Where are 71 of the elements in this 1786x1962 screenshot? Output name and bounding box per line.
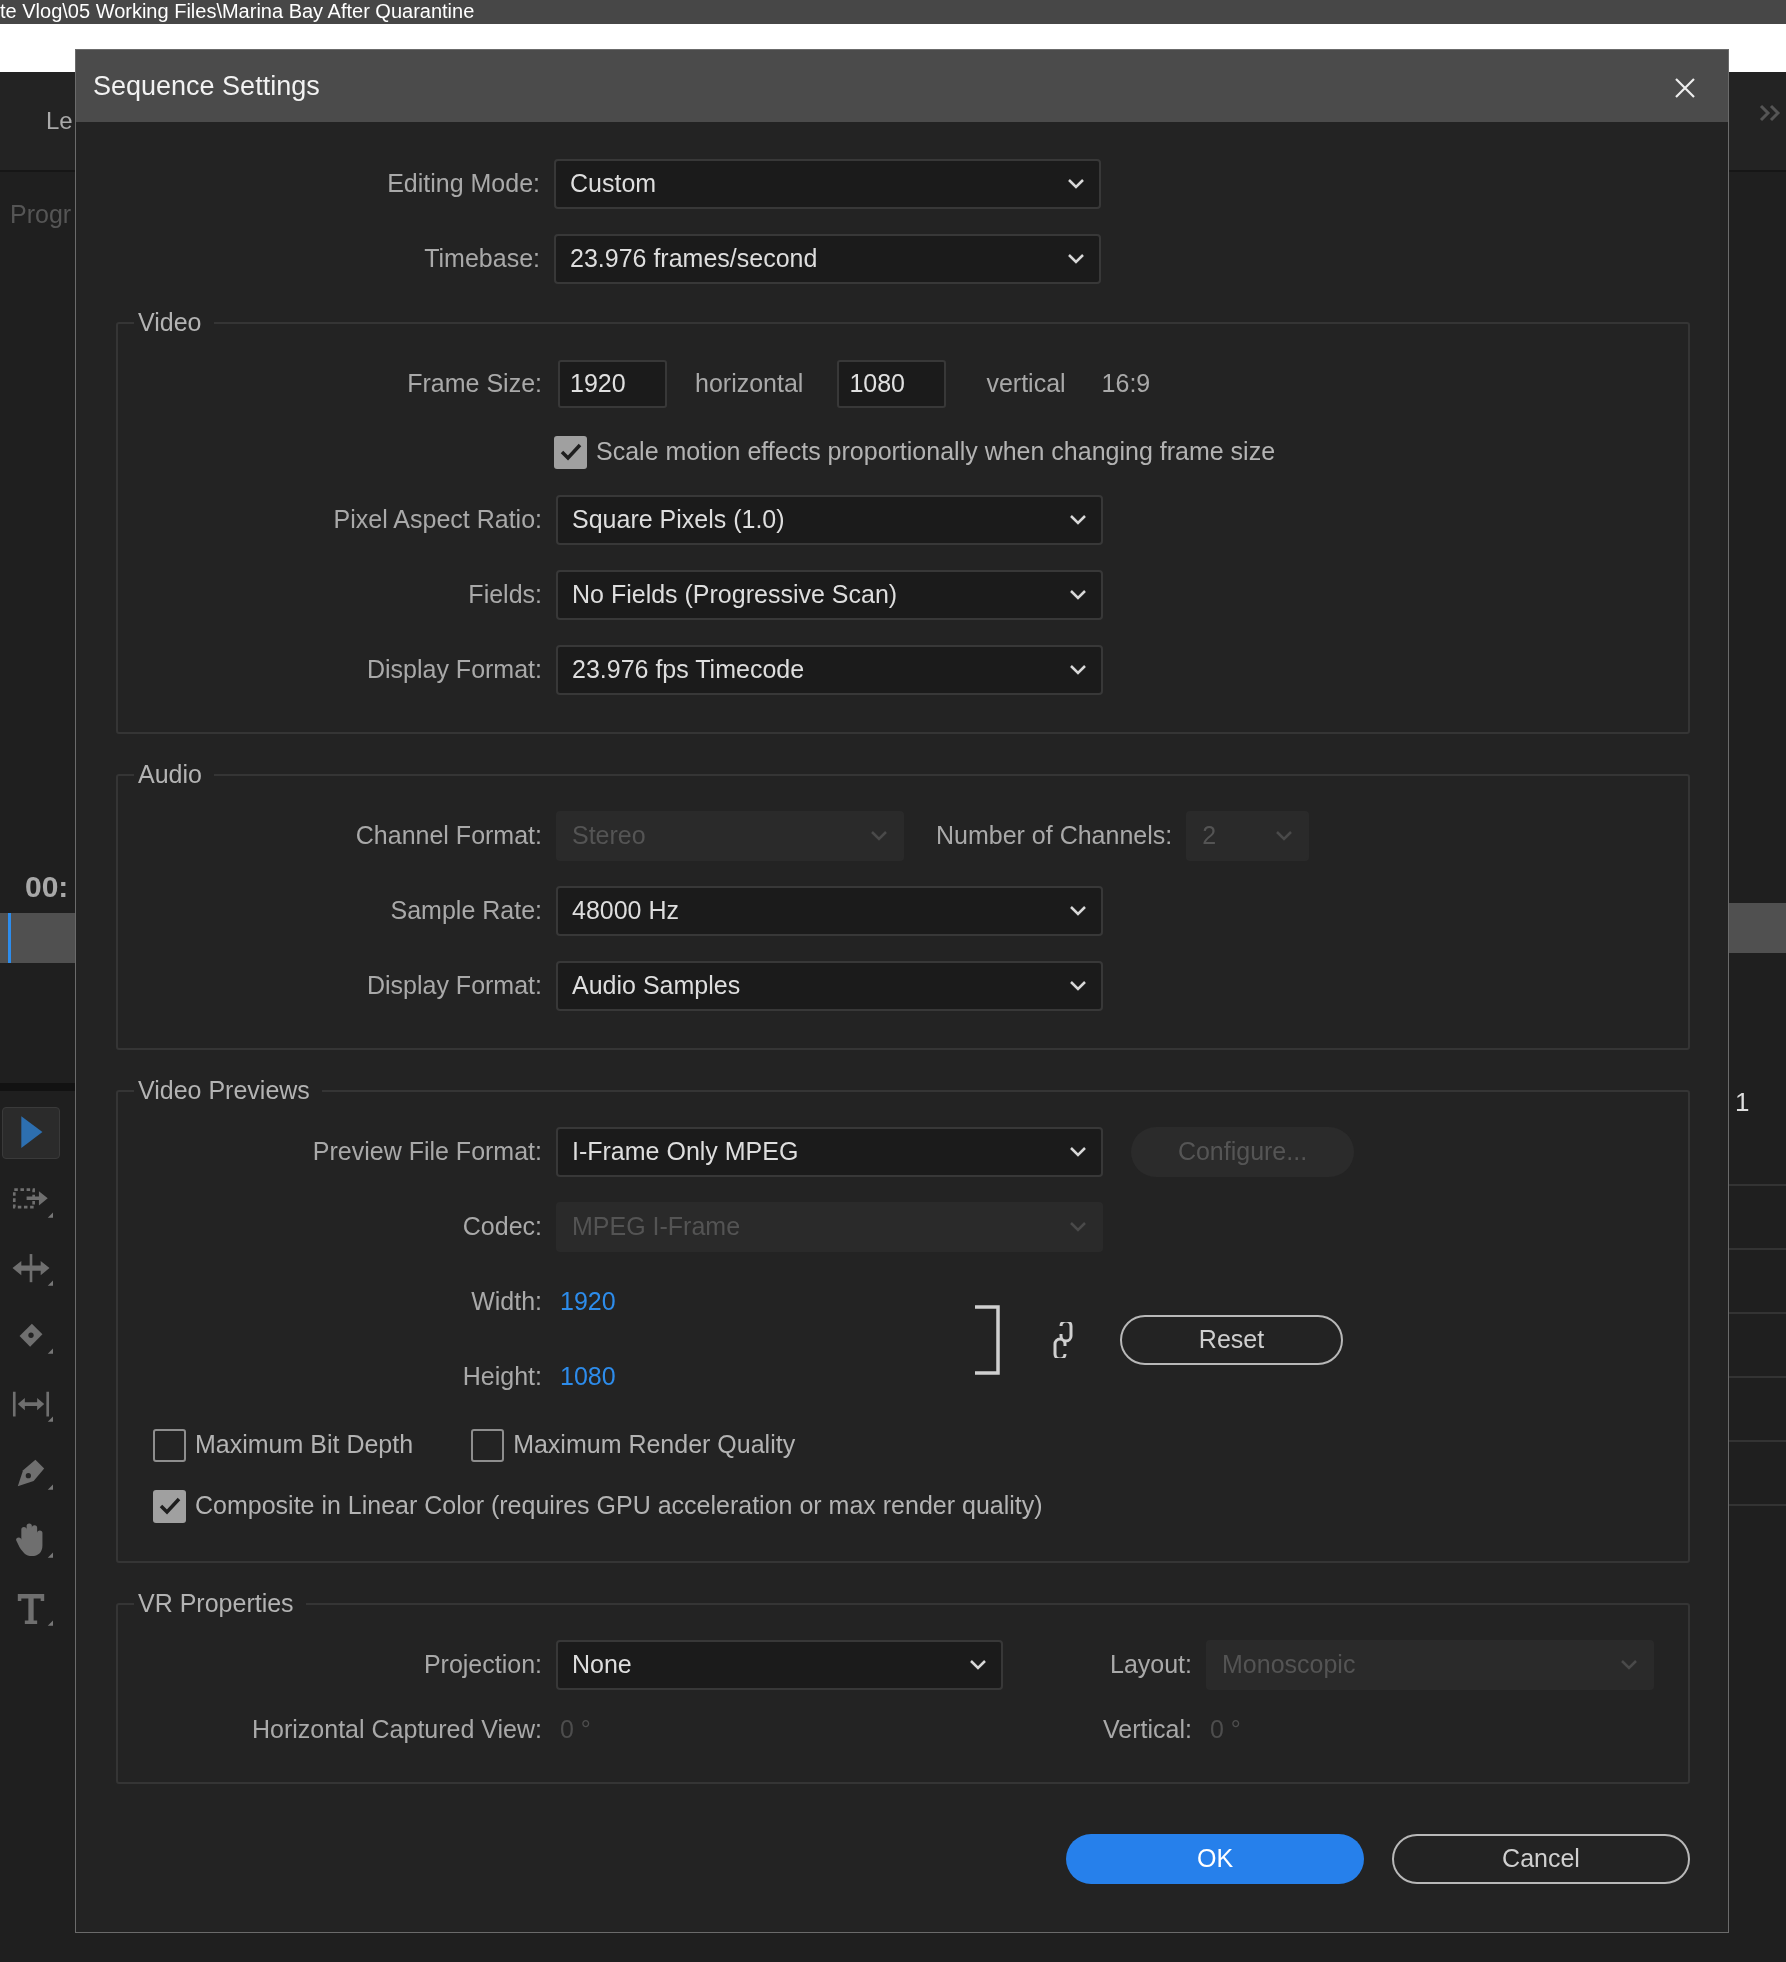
dropdown[interactable]: None <box>556 1640 1003 1690</box>
chevron-down-icon <box>1069 980 1087 992</box>
dropdown[interactable]: I-Frame Only MPEG <box>556 1127 1103 1177</box>
field-label: Display Format: <box>365 654 542 686</box>
checkbox[interactable] <box>153 1489 186 1523</box>
field-label: Width: <box>470 1286 542 1318</box>
field-label: Preview File Format: <box>311 1136 542 1168</box>
chevron-down-icon <box>969 1659 987 1671</box>
reset-button[interactable]: Reset <box>1120 1314 1343 1365</box>
dropdown[interactable]: 23.976 frames/second <box>554 234 1101 284</box>
chevron-down-icon <box>1069 1146 1087 1158</box>
value-link[interactable]: 1080 <box>560 1358 616 1396</box>
chevron-down-icon <box>1620 1659 1638 1671</box>
checkmark-icon <box>157 1496 182 1516</box>
checkbox-label: Composite in Linear Color (requires GPU acceleration or max render quality) <box>195 1490 1043 1522</box>
field-label: Timebase: <box>423 243 540 275</box>
input-field[interactable]: 1080 <box>837 360 947 408</box>
checkbox-label: Maximum Bit Depth <box>195 1429 414 1461</box>
chevron-down-icon <box>870 830 888 842</box>
checkbox[interactable] <box>153 1428 186 1462</box>
dialog-title: Sequence Settings <box>93 69 320 103</box>
field-label: Height: <box>461 1361 542 1393</box>
field-label: Vertical: <box>1102 1714 1192 1746</box>
app-title: te Vlog\05 Working Files\Marina Bay After Quarantine <box>0 0 475 22</box>
chevron-down-icon <box>1069 589 1087 601</box>
checkbox-label: Maximum Render Quality <box>513 1429 796 1461</box>
unit-label: vertical <box>986 368 1066 400</box>
dropdown[interactable]: No Fields (Progressive Scan) <box>556 570 1103 620</box>
chevron-down-icon <box>1067 178 1085 190</box>
dropdown[interactable]: 48000 Hz <box>556 886 1103 936</box>
tool-button[interactable] <box>2 1106 60 1159</box>
timecode: 00: <box>25 868 69 905</box>
value-link[interactable]: 1920 <box>560 1283 616 1321</box>
field-label: Editing Mode: <box>386 168 540 200</box>
tab-label[interactable]: Le <box>46 103 73 139</box>
field-label: Sample Rate: <box>389 895 542 927</box>
checkbox[interactable] <box>554 435 587 469</box>
cancel-button[interactable]: Cancel <box>1392 1834 1690 1884</box>
field-label: Codec: <box>461 1211 542 1243</box>
unit-label: horizontal <box>695 368 804 400</box>
timeline-ruler <box>1729 903 1786 953</box>
field-label: Frame Size: <box>406 368 542 400</box>
field-label: Display Format: <box>365 970 542 1002</box>
aspect-ratio: 16:9 <box>1101 368 1151 400</box>
field-label: Fields: <box>467 579 542 611</box>
dropdown[interactable]: Audio Samples <box>556 961 1103 1011</box>
field-label: Channel Format: <box>354 820 542 852</box>
chevron-down-icon <box>1067 253 1085 265</box>
double-chevron-icon <box>1759 103 1781 122</box>
ruler-number: 1 <box>1735 1086 1750 1119</box>
field-label: Horizontal Captured View: <box>251 1714 542 1746</box>
bracket-icon <box>973 1304 1001 1375</box>
link-icon <box>1053 1321 1073 1358</box>
input-field[interactable]: 1920 <box>558 360 667 408</box>
ok-button[interactable]: OK <box>1066 1834 1364 1884</box>
checkbox[interactable] <box>471 1428 505 1462</box>
chevron-down-icon <box>1275 830 1294 842</box>
dropdown[interactable]: Square Pixels (1.0) <box>556 495 1103 545</box>
checkmark-icon <box>558 442 583 462</box>
chevron-down-icon <box>1069 514 1087 526</box>
field-label: Layout: <box>1109 1649 1192 1681</box>
dropdown[interactable]: 23.976 fps Timecode <box>556 645 1103 695</box>
field-label: Pixel Aspect Ratio: <box>332 504 542 536</box>
checkbox-label: Scale motion effects proportionally when changing frame size <box>596 436 1276 468</box>
dropdown[interactable]: Custom <box>554 159 1101 209</box>
chevron-down-icon <box>1069 905 1087 917</box>
field-label: Projection: <box>422 1649 542 1681</box>
chevron-down-icon <box>1069 1221 1087 1233</box>
field-label: Number of Channels: <box>936 820 1173 852</box>
close-icon <box>1674 76 1696 99</box>
chevron-down-icon <box>1069 664 1087 676</box>
